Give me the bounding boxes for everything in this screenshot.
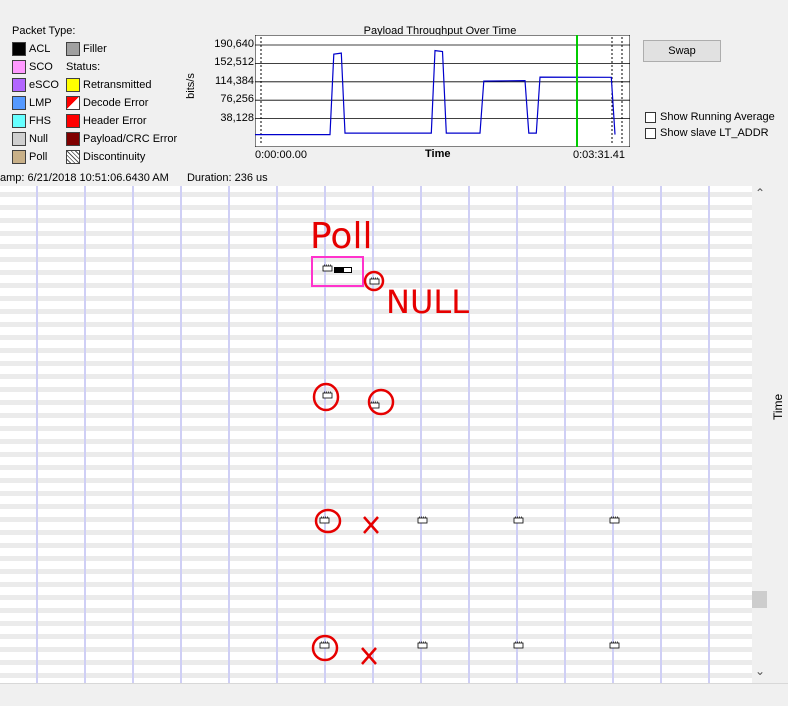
legend-null-swatch <box>12 132 26 146</box>
annotation-poll-text: Poll <box>310 216 372 257</box>
status-decode-error-label: Decode Error <box>83 97 149 109</box>
status-payload-crc-error-label: Payload/CRC Error <box>83 133 178 145</box>
timeline-row-band <box>0 361 752 366</box>
packet-marker[interactable] <box>609 517 620 524</box>
timeline-row-band <box>0 543 752 548</box>
timeline-row-band <box>0 322 752 327</box>
packet-marker[interactable] <box>417 517 428 524</box>
legend-poll-label: Poll <box>29 151 48 163</box>
status-discontinuity-label: Discontinuity <box>83 151 146 163</box>
show-slave-lt-addr-label[interactable]: Show slave LT_ADDR <box>660 127 769 139</box>
legend-lmp-swatch <box>12 96 26 110</box>
packet-timeline-pane[interactable]: Poll NULL <box>0 186 752 683</box>
timeline-row-band <box>0 257 752 262</box>
timeline-row-band <box>0 192 752 197</box>
legend-null-label: Null <box>29 133 48 145</box>
packet-marker[interactable] <box>322 265 333 272</box>
legend-fhs-swatch <box>12 114 26 128</box>
legend-acl-swatch <box>12 42 26 56</box>
packet-type-title: Packet Type: <box>12 25 76 37</box>
timeline-scrollbar[interactable]: ⌃ ⌄ <box>752 186 769 683</box>
status-decode-error-swatch-icon <box>66 96 80 110</box>
timeline-row-band <box>0 205 752 210</box>
timeline-row-band <box>0 634 752 639</box>
timeline-row-band <box>0 439 752 444</box>
timeline-row-band <box>0 569 752 574</box>
packet-marker[interactable] <box>513 517 524 524</box>
scroll-up-arrow-icon[interactable]: ⌃ <box>755 186 765 200</box>
scroll-down-arrow-icon[interactable]: ⌄ <box>755 664 765 678</box>
timeline-row-band <box>0 504 752 509</box>
timeline-row-band <box>0 244 752 249</box>
timeline-row-band <box>0 335 752 340</box>
packet-marker[interactable] <box>513 642 524 649</box>
annotation-null-text: NULL <box>386 283 469 321</box>
swap-button[interactable]: Swap <box>643 40 721 62</box>
status-header-error-label: Header Error <box>83 115 147 127</box>
y-tick-label: 38,128 <box>220 111 254 124</box>
legend-acl-label: ACL <box>29 43 51 55</box>
legend-esco-swatch <box>12 78 26 92</box>
legend-sco-label: SCO <box>29 61 53 73</box>
legend-filler-swatch <box>66 42 80 56</box>
x-start-label: 0:00:00.00 <box>255 149 307 161</box>
timeline-row-band <box>0 478 752 483</box>
show-running-average-label[interactable]: Show Running Average <box>660 111 775 123</box>
timeline-row-band <box>0 218 752 223</box>
acl-packet-payload <box>344 268 351 272</box>
legend-lmp-label: LMP <box>29 97 52 109</box>
timeline-row-band <box>0 556 752 561</box>
y-tick-label: 152,512 <box>214 56 254 69</box>
scroll-thumb[interactable] <box>752 591 767 608</box>
timeline-row-band <box>0 348 752 353</box>
packet-marker[interactable] <box>609 642 620 649</box>
legend-filler-label: Filler <box>83 43 107 55</box>
x-axis-label: Time <box>425 148 451 160</box>
timeline-row-band <box>0 309 752 314</box>
timeline-row-band <box>0 491 752 496</box>
packet-marker[interactable] <box>322 392 333 399</box>
timeline-row-band <box>0 231 752 236</box>
timeline-row-band <box>0 595 752 600</box>
show-slave-lt-addr-checkbox[interactable] <box>645 128 656 139</box>
show-running-average-checkbox[interactable] <box>645 112 656 123</box>
packet-marker[interactable] <box>319 517 330 524</box>
timeline-row-band <box>0 296 752 301</box>
timeline-row-band <box>0 621 752 626</box>
status-header-error-swatch <box>66 114 80 128</box>
y-tick-label: 76,256 <box>220 93 254 106</box>
status-payload-crc-error-swatch <box>66 132 80 146</box>
legend-sco-swatch <box>12 60 26 74</box>
timeline-row-band <box>0 608 752 613</box>
status-discontinuity-swatch-icon <box>66 150 80 164</box>
packet-marker[interactable] <box>417 642 428 649</box>
timeline-row-band <box>0 465 752 470</box>
x-end-label: 0:03:31.41 <box>573 149 625 161</box>
timeline-rows <box>0 192 752 678</box>
packet-marker[interactable] <box>369 278 380 285</box>
timeline-row-band <box>0 426 752 431</box>
y-tick-label: 190,640 <box>214 38 254 50</box>
timestamp-text: amp: 6/21/2018 10:51:06.6430 AM <box>0 172 169 184</box>
timeline-row-band <box>0 374 752 379</box>
status-retransmitted-swatch <box>66 78 80 92</box>
packet-marker[interactable] <box>319 642 330 649</box>
bottom-scroll-area[interactable] <box>0 683 788 706</box>
timeline-time-axis-label: Time <box>771 393 785 420</box>
throughput-chart <box>255 35 630 147</box>
timeline-row-band <box>0 452 752 457</box>
legend-fhs-label: FHS <box>29 115 51 127</box>
packet-info-bar: amp: 6/21/2018 10:51:06.6430 AM Duration… <box>0 172 268 184</box>
status-retransmitted-label: Retransmitted <box>83 79 152 91</box>
timeline-canvas: Poll NULL <box>0 186 752 683</box>
timeline-row-band <box>0 582 752 587</box>
legend-esco-label: eSCO <box>29 79 59 91</box>
y-tick-label: 114,384 <box>215 74 254 87</box>
status-title: Status: <box>66 61 101 73</box>
timeline-row-band <box>0 673 752 678</box>
legend-poll-swatch <box>12 150 26 164</box>
duration-text: Duration: 236 us <box>186 172 268 184</box>
